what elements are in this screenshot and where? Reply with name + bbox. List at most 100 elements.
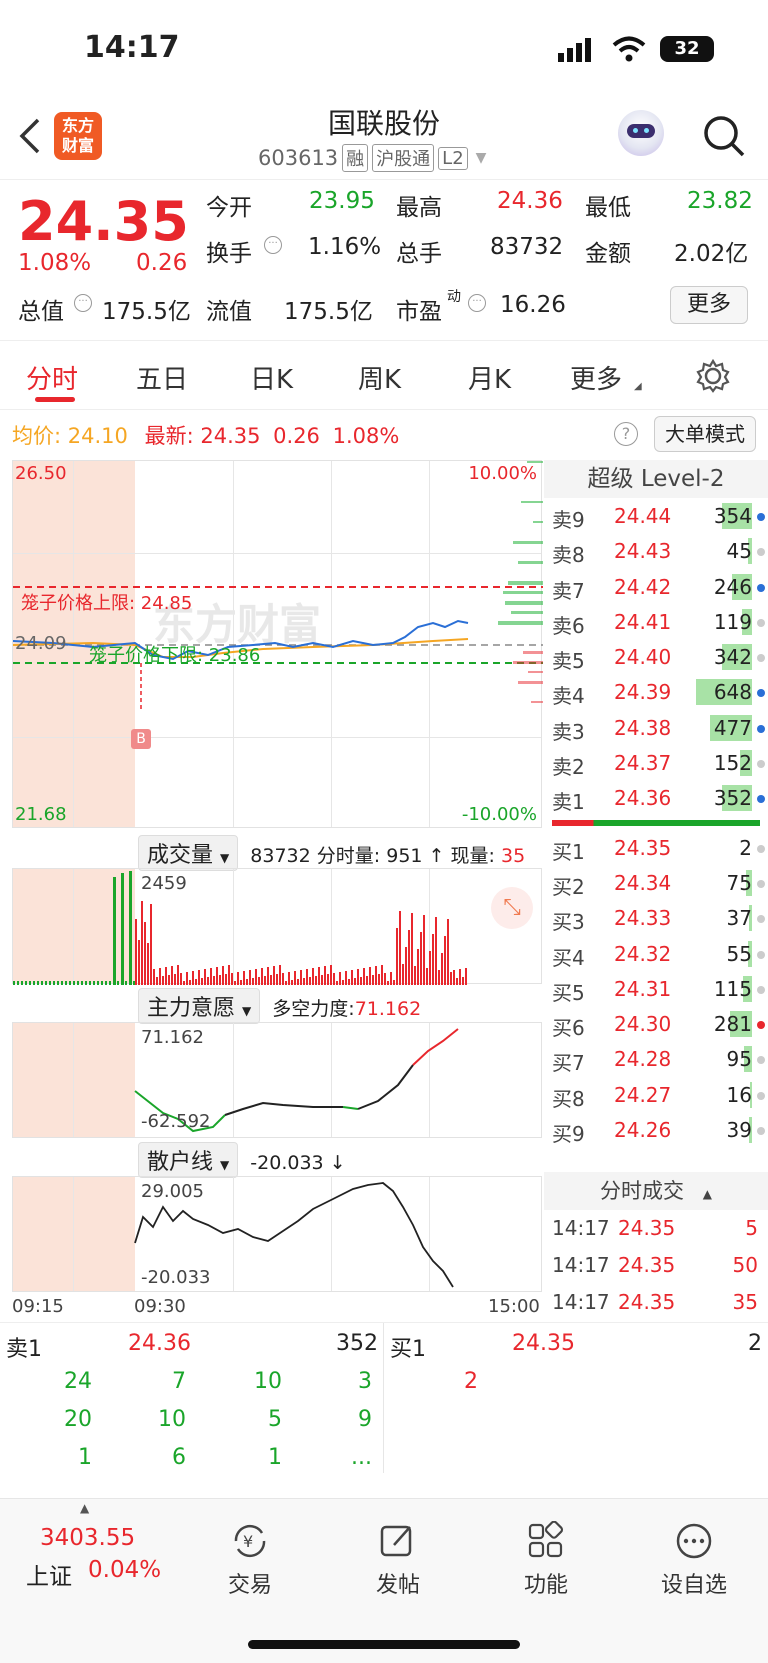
ask-level-8[interactable]: 卖2 24.37 152 [544,745,768,780]
level-price: 24.36 [614,786,672,811]
ask-level-7[interactable]: 卖3 24.38 477 [544,710,768,745]
tab-intraday[interactable]: 分时 [26,359,78,396]
tab-daily-k[interactable]: 日K [250,359,293,396]
bid-level-1[interactable]: 买1 24.35 2 [544,830,768,865]
help-icon[interactable]: ? [614,422,638,446]
level-indicator-dot [757,618,765,627]
level-label: 买5 [552,980,585,1005]
nav-post-label: 发帖 [375,1573,420,1598]
change-percent: 1.08% [18,250,92,276]
info-icon[interactable]: ··· [468,294,486,312]
main-force-chart[interactable]: 71.162 -62.592 [12,1022,542,1138]
high-value: 24.36 [497,188,563,214]
battery-level: 32 [674,38,700,59]
main-force-dropdown[interactable]: 主力意愿 ▼ [138,988,261,1024]
index-value[interactable]: 3403.55 [40,1525,135,1551]
ask-level-9[interactable]: 卖1 24.36 352 [544,780,768,815]
bid-level-6[interactable]: 买6 24.30 281 [544,1006,768,1041]
nav-trade-label: 交易 [227,1573,272,1598]
bid-level-7[interactable]: 买7 24.28 95 [544,1041,768,1076]
nav-trade[interactable]: ¥ 交易 [200,1521,300,1599]
volume-dropdown-label: 成交量 [147,843,214,868]
latest-label: 最新: [144,424,194,448]
bid-level-3[interactable]: 买3 24.33 37 [544,900,768,935]
tick-trades[interactable]: 分时成交 ▲ 14:17 24.35 5 14:17 24.35 50 14:17 24.35… [544,1172,768,1322]
tab-monthly-k[interactable]: 月K [468,359,511,396]
queue-bid-price: 24.35 [512,1331,575,1356]
bid-level-5[interactable]: 买5 24.31 115 [544,971,768,1006]
trade-marker-b[interactable]: B [131,729,151,749]
edit-icon [380,1525,412,1557]
queue-ask-item: 5 [268,1407,282,1432]
search-icon[interactable] [702,114,746,158]
ask-level-2[interactable]: 卖8 24.43 45 [544,533,768,568]
retail-chart[interactable]: 29.005 -20.033 [12,1176,542,1292]
trade-volume: 35 [732,1290,758,1314]
time-axis-close: 15:00 [488,1296,540,1317]
main-force-min: -62.592 [141,1111,211,1132]
queue-ask-item: 20 [64,1407,92,1432]
change-amount: 0.26 [136,250,188,276]
queue-bid-total: 2 [748,1331,762,1356]
level-label: 买9 [552,1122,585,1147]
ask-level-4[interactable]: 卖6 24.41 119 [544,604,768,639]
level-price: 24.33 [614,906,672,931]
level-indicator-dot [757,513,765,521]
level-price: 24.38 [614,715,672,740]
bid-level-2[interactable]: 买2 24.34 75 [544,865,768,900]
amount-label: 金额 [585,241,631,267]
big-order-mode-button[interactable]: 大单模式 [654,416,756,452]
turnover-label: 换手 [206,241,252,267]
settings-gear-icon[interactable] [696,359,730,393]
retail-arrow: ↓ [329,1152,346,1174]
dropdown-triangle-icon: ◢ [634,381,642,392]
more-button[interactable]: 更多 [670,286,748,324]
bid-level-8[interactable]: 买8 24.27 16 [544,1077,768,1112]
upper-limit-label: 笼子价格上限: 24.85 [21,593,193,614]
nav-functions-label: 功能 [523,1573,568,1598]
level-label: 买6 [552,1016,585,1041]
turnover-value: 1.16% [308,234,382,260]
index-name[interactable]: 上证 [26,1557,72,1591]
robot-avatar-icon[interactable] [618,110,664,156]
level-indicator-dot [757,985,765,994]
queue-ask-item: 7 [172,1369,186,1394]
level-price: 24.26 [614,1118,672,1143]
expand-icon[interactable]: ⤡ [491,887,533,929]
nav-watchlist[interactable]: 设自选 [644,1521,744,1599]
retail-dropdown[interactable]: 散户线 ▼ [138,1142,239,1178]
level-price: 24.44 [614,504,672,528]
tab-five-day[interactable]: 五日 [136,359,188,396]
nav-functions[interactable]: 功能 [496,1520,596,1599]
volume-chart[interactable]: 2459 ⤡ [12,868,542,985]
info-icon[interactable]: ··· [264,236,282,254]
float-value: 175.5亿 [284,299,373,325]
main-force-label: 多空力度: [272,998,355,1020]
chart-tabs: 分时 五日 日K 周K 月K 更多 ◢ [0,340,768,410]
bid-level-4[interactable]: 买4 24.32 55 [544,936,768,971]
level-price: 24.41 [614,609,672,634]
trade-time: 14:17 [552,1290,610,1314]
info-icon[interactable]: ··· [74,294,92,312]
ask-level-1[interactable]: 卖9 24.44 354 [544,498,768,533]
tick-volume-label: 分时量: [316,845,381,867]
level-price: 24.34 [614,870,672,895]
tab-weekly-k[interactable]: 周K [358,359,401,396]
battery-icon: 32 [660,36,714,62]
pe-superscript: 动 [447,289,461,305]
ask-level-5[interactable]: 卖5 24.40 342 [544,639,768,674]
level-indicator-dot [757,915,765,924]
bid-level-9[interactable]: 买9 24.26 39 [544,1112,768,1147]
ask-level-6[interactable]: 卖4 24.39 648 [544,674,768,709]
ask-level-3[interactable]: 卖7 24.42 246 [544,569,768,604]
price-chart[interactable]: 东方财富 26.50 21.68 10.00% -10.00% 24.09 笼子… [12,460,543,828]
nav-post[interactable]: 发帖 [348,1521,448,1599]
stock-code: 603613 [258,146,339,170]
ask-list: 卖9 24.44 354 卖8 24.43 45 卖7 24.42 246 卖6 24.41 119 卖… [544,498,768,816]
volume-dropdown[interactable]: 成交量 ▼ [138,835,239,871]
index-percent[interactable]: 0.04% [88,1557,161,1583]
stock-code-row[interactable]: 603613 融 沪股通 L2 ▼ [258,144,486,172]
level-volume: 477 [713,715,752,740]
tab-more[interactable]: 更多 [570,359,622,396]
level-label: 买3 [552,910,585,935]
